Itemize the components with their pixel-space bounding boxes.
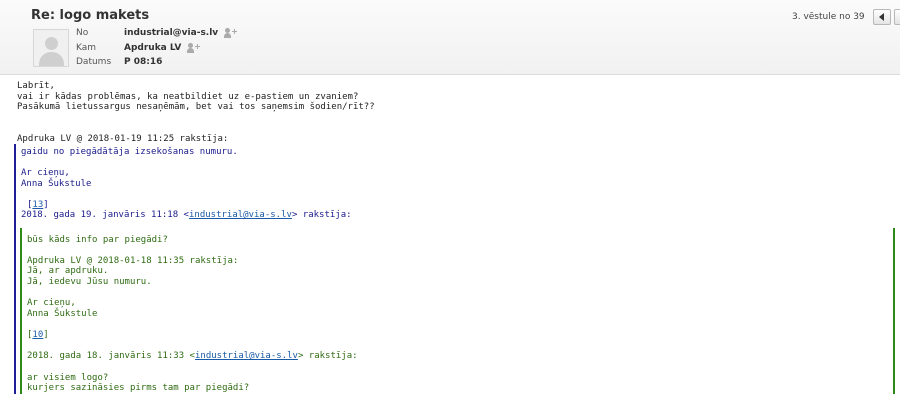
user-avatar-icon [33, 29, 69, 67]
from-label: No [76, 28, 89, 38]
body-line: Labrīt, [17, 81, 55, 91]
reference-link[interactable]: [13] [27, 200, 49, 210]
message-subject: Re: logo makets [31, 8, 150, 23]
to-value[interactable]: Apdruka LV [124, 43, 181, 53]
to-label: Kam [76, 43, 97, 53]
reference-number[interactable]: 10 [32, 330, 43, 340]
quote-header: Apdruka LV @ 2018-01-19 11:25 rakstīja: [17, 134, 229, 144]
reference-number[interactable]: 13 [32, 200, 43, 210]
email-link[interactable]: industrial@via-s.lv [195, 351, 298, 361]
message-counter: 3. vēstule no 39 [792, 12, 865, 22]
quote-line: ar visiem logo? [27, 373, 109, 383]
quote-line: gaidu no piegādātāja izsekošanas numuru. [21, 147, 238, 157]
date-label: Datums [76, 57, 112, 67]
next-message-button[interactable] [894, 9, 900, 25]
email-link[interactable]: industrial@via-s.lv [189, 210, 292, 220]
from-value[interactable]: industrial@via-s.lv [124, 28, 218, 38]
quote-line: Anna Šukstule [27, 309, 98, 319]
quote-citation: 2018. gada 18. janvāris 11:33 <industria… [27, 351, 358, 361]
body-line: Pasākumā lietussargus nesaņēmām, bet vai… [17, 102, 375, 112]
quote-line: Anna Šukstule [21, 179, 92, 189]
quote-line: Jā, ar apdruku. [27, 266, 109, 276]
reference-link[interactable]: [10] [27, 330, 49, 340]
body-line: vai ir kādas problēmas, ka neatbildiet u… [17, 92, 359, 102]
quote-line: Ar cieņu, [21, 168, 70, 178]
add-contact-icon[interactable] [187, 43, 201, 53]
add-contact-icon[interactable] [224, 28, 238, 38]
quote-line: Jā, iedevu Jūsu numuru. [27, 277, 152, 287]
quote-line: Ar cieņu, [27, 298, 76, 308]
chevron-left-icon [879, 13, 884, 21]
quote-line: kurjers sazināsies pirms tam par piegādi… [27, 383, 250, 393]
previous-message-button[interactable] [873, 9, 891, 25]
quote-line: Apdruka LV @ 2018-01-18 11:35 rakstīja: [27, 256, 239, 266]
date-value: P 08:16 [124, 57, 163, 67]
quote-level-2 [20, 228, 895, 394]
message-header: Re: logo makets 3. vēstule no 39 No indu… [0, 0, 900, 75]
quote-line: būs kāds info par piegādi? [27, 235, 168, 245]
quote-citation: 2018. gada 19. janvāris 11:18 <industria… [21, 210, 352, 220]
